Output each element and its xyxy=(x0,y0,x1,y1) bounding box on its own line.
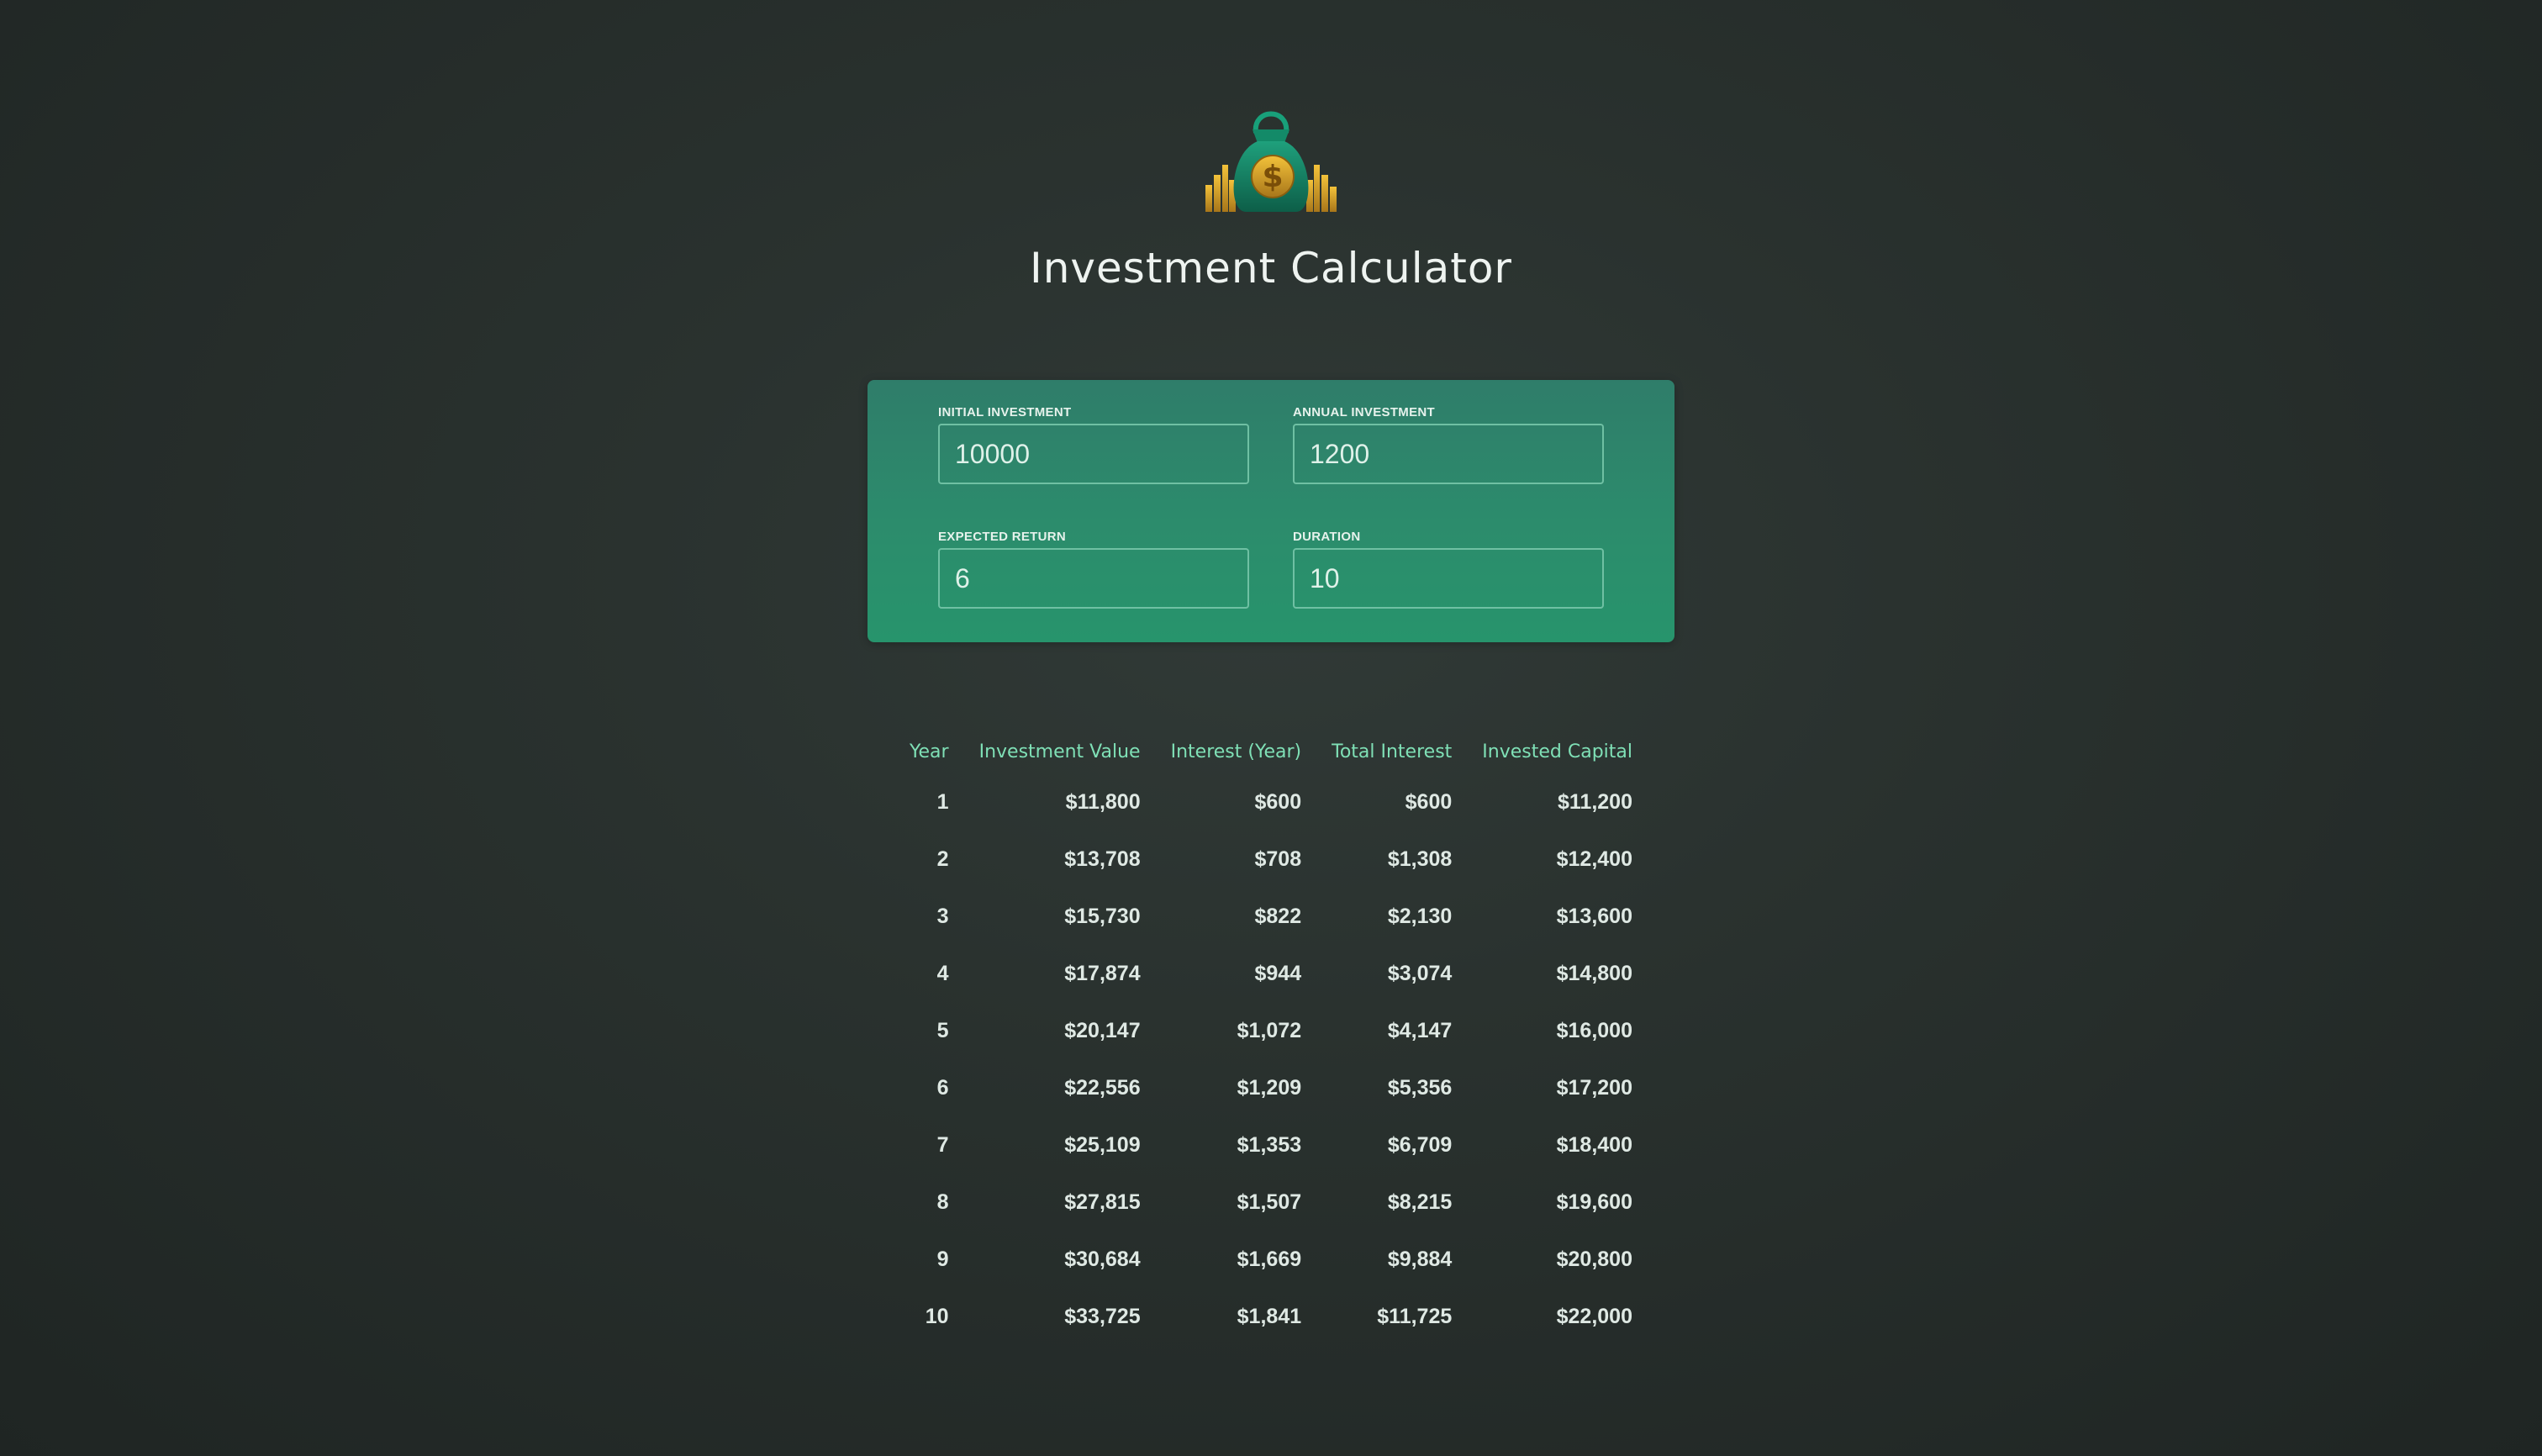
investment-value-cell: $25,109 xyxy=(1064,1132,1141,1157)
table-row: 4 $17,874 $944 $3,074 $14,800 xyxy=(896,945,1632,1002)
total-interest-cell: $8,215 xyxy=(1387,1190,1453,1214)
table-row: 7 $25,109 $1,353 $6,709 $18,400 xyxy=(896,1116,1632,1174)
total-interest-cell: $5,356 xyxy=(1387,1075,1453,1100)
interest-year-cell: $1,841 xyxy=(1237,1304,1302,1328)
results-table: Year Investment Value Interest (Year) To… xyxy=(896,730,1632,1345)
year-cell: 9 xyxy=(936,1247,949,1271)
user-input-panel: Initial Investment Annual Investment Exp… xyxy=(868,380,1674,642)
investment-value-cell: $33,725 xyxy=(1064,1304,1141,1328)
expected-return-input[interactable] xyxy=(938,548,1249,609)
table-row: 3 $15,730 $822 $2,130 $13,600 xyxy=(896,888,1632,945)
interest-year-cell: $708 xyxy=(1254,847,1302,871)
year-cell: 5 xyxy=(936,1018,949,1042)
initial-investment-group: Initial Investment xyxy=(938,405,1249,484)
duration-label: Duration xyxy=(1293,530,1361,544)
total-interest-cell: $1,308 xyxy=(1387,847,1453,871)
table-row: 8 $27,815 $1,507 $8,215 $19,600 xyxy=(896,1174,1632,1231)
invested-capital-cell: $19,600 xyxy=(1556,1190,1632,1214)
table-row: 6 $22,556 $1,209 $5,356 $17,200 xyxy=(896,1059,1632,1116)
invested-capital-cell: $22,000 xyxy=(1556,1304,1632,1328)
annual-investment-input[interactable] xyxy=(1293,424,1604,484)
interest-year-cell: $944 xyxy=(1254,961,1302,985)
total-interest-cell: $3,074 xyxy=(1387,961,1453,985)
investment-value-cell: $13,708 xyxy=(1064,847,1141,871)
interest-year-cell: $1,507 xyxy=(1237,1190,1302,1214)
total-interest-cell: $9,884 xyxy=(1387,1247,1453,1271)
duration-group: Duration xyxy=(1293,530,1604,609)
table-row: 1 $11,800 $600 $600 $11,200 xyxy=(896,773,1632,831)
investment-value-cell: $27,815 xyxy=(1064,1190,1141,1214)
year-cell: 1 xyxy=(936,789,949,814)
investment-value-cell: $17,874 xyxy=(1064,961,1141,985)
total-interest-cell: $11,725 xyxy=(1377,1304,1453,1328)
column-header-total-interest: Total Interest xyxy=(1332,741,1453,762)
interest-year-cell: $822 xyxy=(1254,904,1302,928)
interest-year-cell: $1,353 xyxy=(1237,1132,1302,1157)
table-row: 5 $20,147 $1,072 $4,147 $16,000 xyxy=(896,1002,1632,1059)
total-interest-cell: $600 xyxy=(1405,789,1453,814)
invested-capital-cell: $13,600 xyxy=(1556,904,1632,928)
investment-value-cell: $30,684 xyxy=(1064,1247,1141,1271)
duration-input[interactable] xyxy=(1293,548,1604,609)
year-cell: 7 xyxy=(936,1132,949,1157)
year-cell: 10 xyxy=(925,1304,949,1328)
expected-return-label: Expected Return xyxy=(938,530,1067,544)
year-cell: 8 xyxy=(936,1190,949,1214)
year-cell: 2 xyxy=(936,847,949,871)
interest-year-cell: $1,669 xyxy=(1237,1247,1302,1271)
annual-investment-label: Annual Investment xyxy=(1293,405,1435,419)
column-header-interest-year: Interest (Year) xyxy=(1170,741,1302,762)
invested-capital-cell: $16,000 xyxy=(1556,1018,1632,1042)
expected-return-group: Expected Return xyxy=(938,530,1249,609)
interest-year-cell: $600 xyxy=(1254,789,1302,814)
invested-capital-cell: $20,800 xyxy=(1556,1247,1632,1271)
total-interest-cell: $4,147 xyxy=(1387,1018,1453,1042)
invested-capital-cell: $12,400 xyxy=(1556,847,1632,871)
column-header-invested-capital: Invested Capital xyxy=(1482,741,1632,762)
invested-capital-cell: $17,200 xyxy=(1556,1075,1632,1100)
investment-value-cell: $11,800 xyxy=(1065,789,1141,814)
year-cell: 4 xyxy=(936,961,949,985)
total-interest-cell: $2,130 xyxy=(1387,904,1453,928)
initial-investment-label: Initial Investment xyxy=(938,405,1072,419)
interest-year-cell: $1,209 xyxy=(1237,1075,1302,1100)
year-cell: 3 xyxy=(936,904,949,928)
table-body: 1 $11,800 $600 $600 $11,200 2 $13,708 $708 $1,30… xyxy=(896,773,1632,1345)
table-row: 9 $30,684 $1,669 $9,884 $20,800 xyxy=(896,1231,1632,1288)
interest-year-cell: $1,072 xyxy=(1237,1018,1302,1042)
invested-capital-cell: $18,400 xyxy=(1556,1132,1632,1157)
invested-capital-cell: $14,800 xyxy=(1556,961,1632,985)
svg-text:$: $ xyxy=(1262,160,1283,194)
total-interest-cell: $6,709 xyxy=(1387,1132,1453,1157)
money-bag-icon: $ xyxy=(1205,111,1337,212)
year-cell: 6 xyxy=(936,1075,949,1100)
investment-value-cell: $20,147 xyxy=(1064,1018,1141,1042)
annual-investment-group: Annual Investment xyxy=(1293,405,1604,484)
initial-investment-input[interactable] xyxy=(938,424,1249,484)
table-row: 10 $33,725 $1,841 $11,725 $22,000 xyxy=(896,1288,1632,1345)
investment-value-cell: $22,556 xyxy=(1064,1075,1141,1100)
table-header-row: Year Investment Value Interest (Year) To… xyxy=(896,730,1632,773)
table-row: 2 $13,708 $708 $1,308 $12,400 xyxy=(896,831,1632,888)
investment-value-cell: $15,730 xyxy=(1064,904,1141,928)
column-header-investment-value: Investment Value xyxy=(978,741,1141,762)
column-header-year: Year xyxy=(910,741,949,762)
invested-capital-cell: $11,200 xyxy=(1558,789,1632,814)
page-title: Investment Calculator xyxy=(1029,244,1512,293)
